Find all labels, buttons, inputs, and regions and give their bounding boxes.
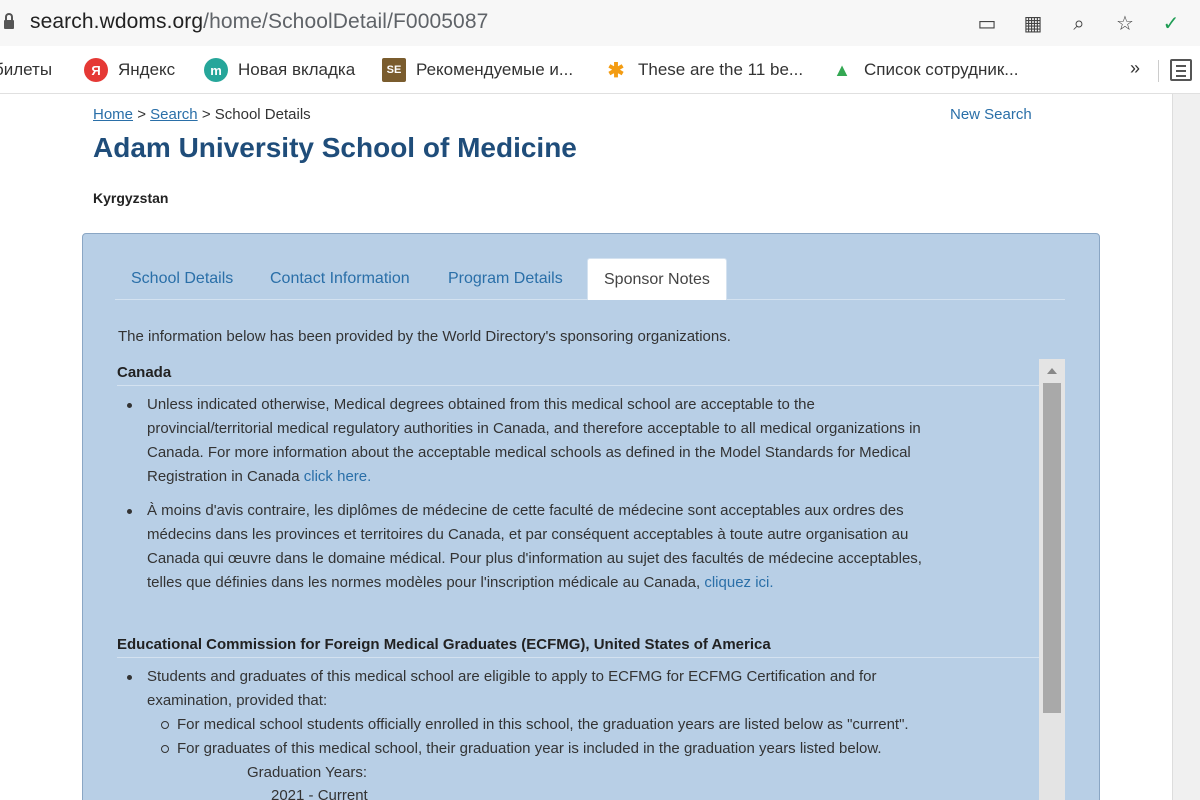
yandex-icon: Я [84, 58, 108, 82]
breadcrumb-separator: > [137, 106, 146, 123]
url-host: search.wdoms.org [30, 10, 204, 33]
list-item: Students and graduates of this medical s… [127, 665, 1027, 713]
section-heading-canada: Canada [117, 364, 172, 381]
list-item: For medical school students officially e… [161, 713, 1037, 737]
breadcrumb-separator: > [201, 106, 211, 123]
toolbar-icons: ▭ ▦ ⌕ ☆ ✓ [970, 6, 1200, 40]
graduation-years-value: 2021 - Current [271, 787, 368, 800]
page-content: Home > Search > School Details New Searc… [0, 94, 1172, 800]
list-item: For graduates of this medical school, th… [161, 737, 1037, 761]
notes-scrollbar[interactable] [1039, 359, 1065, 800]
page-title: Adam University School of Medicine [93, 132, 577, 163]
url-text[interactable]: search.wdoms.org/home/SchoolDetail/F0005… [30, 10, 488, 34]
extension-icon[interactable]: ✓ [1154, 6, 1188, 40]
bookmark-label: Список сотрудник... [864, 60, 1019, 79]
graduation-years-label: Graduation Years: [247, 764, 368, 781]
bookmark-label: Новая вкладка [238, 60, 356, 79]
reading-list-icon[interactable] [1170, 59, 1192, 81]
bookmark-label: Яндекс [118, 60, 176, 79]
new-search-link[interactable]: New Search [950, 106, 1032, 123]
section-heading-ecfmg: Educational Commission for Foreign Medic… [117, 636, 771, 653]
canada-click-here-link[interactable]: click here. [304, 468, 372, 485]
bookmarks-divider [1158, 60, 1159, 82]
drive-icon: ▲ [833, 59, 851, 80]
address-bar[interactable]: search.wdoms.org/home/SchoolDetail/F0005… [0, 0, 1200, 46]
zoom-icon[interactable]: ⌕ [1062, 6, 1096, 40]
bookmark-item[interactable]: m Новая вкладка [204, 57, 355, 83]
list-item: À moins d'avis contraire, les diplômes d… [127, 499, 1027, 595]
page-scrollbar[interactable] [1172, 94, 1200, 800]
url-path: /home/SchoolDetail/F0005087 [203, 10, 489, 33]
nbc-icon: ✱ [607, 59, 625, 82]
bookmarks-bar: билеты Я Яндекс m Новая вкладка SE Рекоменд… [0, 46, 1200, 94]
se-icon: SE [382, 58, 406, 82]
breadcrumb: Home > Search > School Details [93, 106, 311, 123]
bookmark-item[interactable]: ✱ These are the 11 be... [604, 57, 803, 83]
bookmark-star-icon[interactable]: ☆ [1108, 6, 1142, 40]
bookmark-label: билеты [0, 60, 53, 79]
section-divider [117, 385, 1041, 386]
scrollbar-thumb[interactable] [1043, 383, 1061, 713]
sponsor-notes-list[interactable]: Canada Unless indicated otherwise, Medic… [111, 359, 1067, 800]
tab-sponsor-notes[interactable]: Sponsor Notes [587, 258, 727, 300]
new-tab-icon: m [204, 58, 228, 82]
sponsor-intro-text: The information below has been provided … [118, 328, 731, 345]
cast-icon[interactable]: ▭ [970, 6, 1004, 40]
bookmark-item[interactable]: Я Яндекс [84, 57, 175, 83]
bookmark-label: Рекомендуемые и... [416, 60, 574, 79]
section-divider [117, 657, 1041, 658]
bookmark-label: These are the 11 be... [638, 60, 804, 79]
canada-cliquez-ici-link[interactable]: cliquez ici. [704, 574, 773, 591]
details-panel: School Details Contact Information Progr… [82, 233, 1100, 800]
breadcrumb-search-link[interactable]: Search [150, 106, 198, 123]
breadcrumb-home-link[interactable]: Home [93, 106, 133, 123]
scroll-up-icon[interactable] [1047, 368, 1057, 374]
bookmark-item[interactable]: билеты [0, 57, 52, 83]
breadcrumb-current: School Details [214, 106, 311, 123]
lock-icon[interactable] [4, 13, 14, 31]
tab-school-details[interactable]: School Details [115, 258, 249, 300]
list-item: Unless indicated otherwise, Medical degr… [127, 393, 1027, 489]
bookmarks-more-button[interactable]: » [1130, 58, 1140, 79]
qr-code-icon[interactable]: ▦ [1016, 6, 1050, 40]
tab-bar: School Details Contact Information Progr… [115, 258, 1065, 300]
tab-program-details[interactable]: Program Details [432, 258, 579, 300]
tab-contact-information[interactable]: Contact Information [254, 258, 426, 300]
bookmark-item[interactable]: SE Рекомендуемые и... [382, 57, 573, 83]
bookmark-item[interactable]: ▲ Список сотрудник... [830, 57, 1018, 83]
school-country: Kyrgyzstan [93, 190, 169, 206]
